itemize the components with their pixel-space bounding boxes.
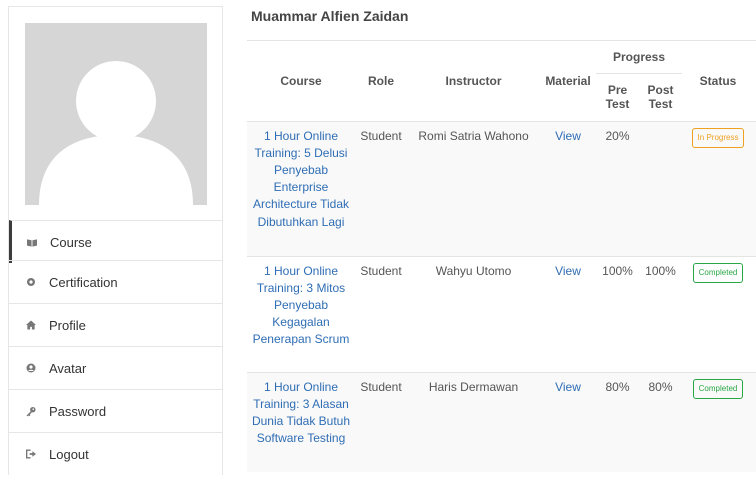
logout-icon	[26, 449, 36, 459]
material-view-link[interactable]: View	[540, 371, 596, 472]
sidebar: Course Certification Profile Avatar Pass…	[8, 6, 223, 475]
column-header-material: Material	[545, 73, 591, 88]
post-test-cell	[639, 120, 682, 256]
book-icon	[27, 237, 37, 247]
page-title: Muammar Alfien Zaidan	[251, 8, 409, 24]
table-row: 1 Hour Online Training: 3 Mitos Penyebab…	[247, 255, 756, 372]
sidebar-item-label: Avatar	[49, 360, 87, 376]
sidebar-item-label: Profile	[49, 317, 86, 333]
column-header-pre-test: Pre Test	[605, 83, 630, 111]
course-table: Course Role Instructor Material Progress…	[247, 41, 756, 472]
certificate-icon	[26, 277, 36, 287]
sidebar-item-logout[interactable]: Logout	[9, 432, 222, 475]
column-header-status: Status	[699, 73, 737, 88]
sidebar-item-label: Certification	[49, 274, 118, 290]
table-row: 1 Hour Online Training: 5 Delusi Penyeba…	[247, 120, 756, 256]
instructor-cell: Haris Dermawan	[407, 371, 540, 472]
column-header-role: Role	[367, 73, 394, 88]
post-test-cell: 80%	[639, 371, 682, 472]
column-header-instructor: Instructor	[445, 73, 502, 88]
material-view-link[interactable]: View	[540, 255, 596, 372]
instructor-cell: Romi Satria Wahono	[407, 120, 540, 256]
pre-test-cell: 100%	[596, 255, 639, 372]
role-cell: Student	[355, 371, 407, 472]
pre-test-cell: 80%	[596, 371, 639, 472]
post-test-cell: 100%	[639, 255, 682, 372]
table-row: 1 Hour Online Training: 3 Alasan Dunia T…	[247, 371, 756, 472]
user-circle-icon	[26, 363, 36, 373]
column-header-post-test: Post Test	[647, 83, 674, 111]
status-cell: In Progress	[682, 120, 754, 256]
sidebar-item-password[interactable]: Password	[9, 389, 222, 432]
status-cell: Completed	[682, 255, 754, 372]
column-header-progress: Progress	[596, 41, 682, 74]
instructor-cell: Wahyu Utomo	[407, 255, 540, 372]
home-icon	[26, 320, 36, 330]
column-header-course: Course	[280, 73, 322, 88]
course-table-container: Course Role Instructor Material Progress…	[247, 40, 756, 480]
status-cell: Completed	[682, 371, 754, 472]
sidebar-item-certification[interactable]: Certification	[9, 260, 222, 303]
sidebar-item-label: Password	[49, 403, 107, 419]
sidebar-item-avatar[interactable]: Avatar	[9, 346, 222, 389]
avatar	[25, 23, 207, 205]
role-cell: Student	[355, 255, 407, 372]
profile-avatar-box	[9, 7, 222, 220]
status-badge: Completed	[692, 378, 744, 399]
role-cell: Student	[355, 120, 407, 256]
pre-test-cell: 20%	[596, 120, 639, 256]
status-badge: In Progress	[691, 127, 745, 148]
sidebar-item-label: Logout	[49, 446, 89, 462]
course-link[interactable]: 1 Hour Online Training: 5 Delusi Penyeba…	[247, 120, 355, 256]
main-content: Muammar Alfien Zaidan Course Role Instru…	[247, 0, 756, 480]
user-silhouette-icon	[39, 61, 193, 205]
key-icon	[26, 406, 36, 416]
course-link[interactable]: 1 Hour Online Training: 3 Alasan Dunia T…	[247, 371, 355, 472]
sidebar-item-profile[interactable]: Profile	[9, 303, 222, 346]
sidebar-item-label: Course	[50, 234, 92, 250]
status-badge: Completed	[692, 262, 744, 283]
sidebar-item-course[interactable]: Course	[9, 220, 222, 263]
course-link[interactable]: 1 Hour Online Training: 3 Mitos Penyebab…	[247, 255, 355, 372]
material-view-link[interactable]: View	[540, 120, 596, 256]
